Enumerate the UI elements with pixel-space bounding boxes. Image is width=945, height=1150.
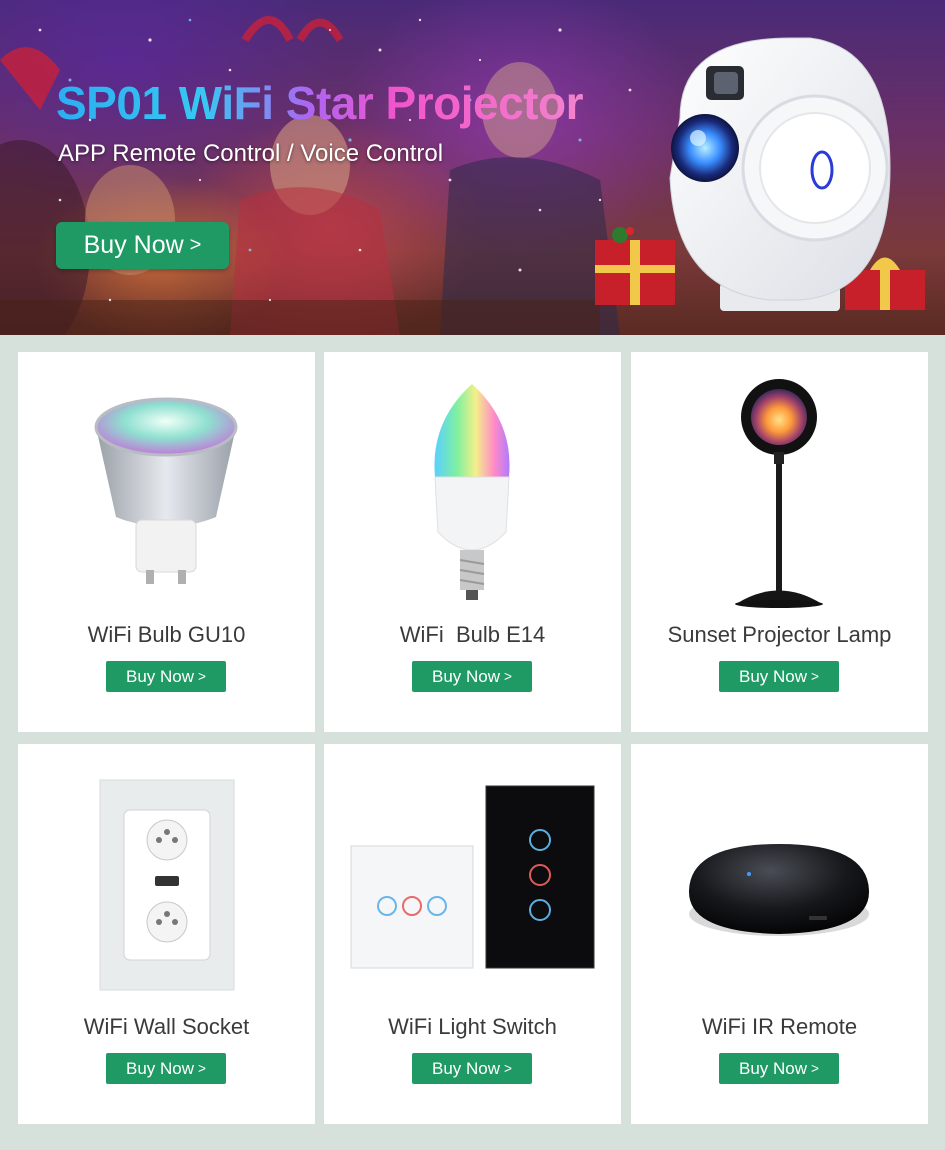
button-label: Buy Now xyxy=(432,666,501,686)
buy-now-button[interactable]: Buy Now > xyxy=(412,1053,532,1084)
button-label: Buy Now xyxy=(432,1058,501,1078)
light-switch-image xyxy=(350,785,595,969)
chevron-right-icon: > xyxy=(811,669,819,684)
product-name: Sunset Projector Lamp xyxy=(667,622,892,647)
product-name: WiFi IR Remote xyxy=(701,1014,858,1039)
chevron-right-icon: > xyxy=(189,234,202,256)
ir-remote-image xyxy=(689,844,869,936)
product-card-light-switch[interactable]: WiFi Light Switch Buy Now > xyxy=(324,744,621,1124)
gu10-bulb-image xyxy=(94,397,238,584)
product-card-e14[interactable]: WiFi Bulb E14 Buy Now > xyxy=(324,352,621,732)
button-label: Buy Now xyxy=(739,1058,808,1078)
buy-now-button[interactable]: Buy Now > xyxy=(719,661,839,692)
wall-socket-image xyxy=(99,779,235,991)
product-name: WiFi Light Switch xyxy=(388,1014,557,1039)
product-card-ir-remote[interactable]: WiFi IR Remote Buy Now > xyxy=(631,744,928,1124)
button-label: Buy Now xyxy=(739,666,808,686)
buy-now-button[interactable]: Buy Now > xyxy=(719,1053,839,1084)
e14-bulb-image xyxy=(434,384,510,600)
buy-now-button[interactable]: Buy Now > xyxy=(106,1053,226,1084)
button-label: Buy Now xyxy=(126,666,195,686)
product-card-sunset-lamp[interactable]: Sunset Projector Lamp Buy Now > xyxy=(631,352,928,732)
product-name: WiFi Bulb E14 xyxy=(399,622,546,647)
chevron-right-icon: > xyxy=(198,1061,206,1076)
hero-banner[interactable]: SP01 WiFi Star Projector APP Remote Cont… xyxy=(0,0,945,335)
chevron-right-icon: > xyxy=(504,1061,512,1076)
banner-title: SP01 WiFi Star Projector xyxy=(56,77,583,129)
sunset-lamp-image xyxy=(735,379,823,608)
banner-subtitle: APP Remote Control / Voice Control xyxy=(58,140,444,167)
chevron-right-icon: > xyxy=(504,669,512,684)
banner-buy-now-button[interactable]: Buy Now > xyxy=(56,222,229,269)
button-label: Buy Now xyxy=(126,1058,195,1078)
product-name: WiFi Bulb GU10 xyxy=(87,622,246,647)
product-name: WiFi Wall Socket xyxy=(83,1014,250,1039)
buy-now-button[interactable]: Buy Now > xyxy=(412,661,532,692)
star-projector-image xyxy=(669,37,891,311)
chevron-right-icon: > xyxy=(811,1061,819,1076)
button-label: Buy Now xyxy=(83,231,184,259)
product-card-gu10[interactable]: WiFi Bulb GU10 Buy Now > xyxy=(18,352,315,732)
product-card-wall-socket[interactable]: WiFi Wall Socket Buy Now > xyxy=(18,744,315,1124)
chevron-right-icon: > xyxy=(198,669,206,684)
buy-now-button[interactable]: Buy Now > xyxy=(106,661,226,692)
